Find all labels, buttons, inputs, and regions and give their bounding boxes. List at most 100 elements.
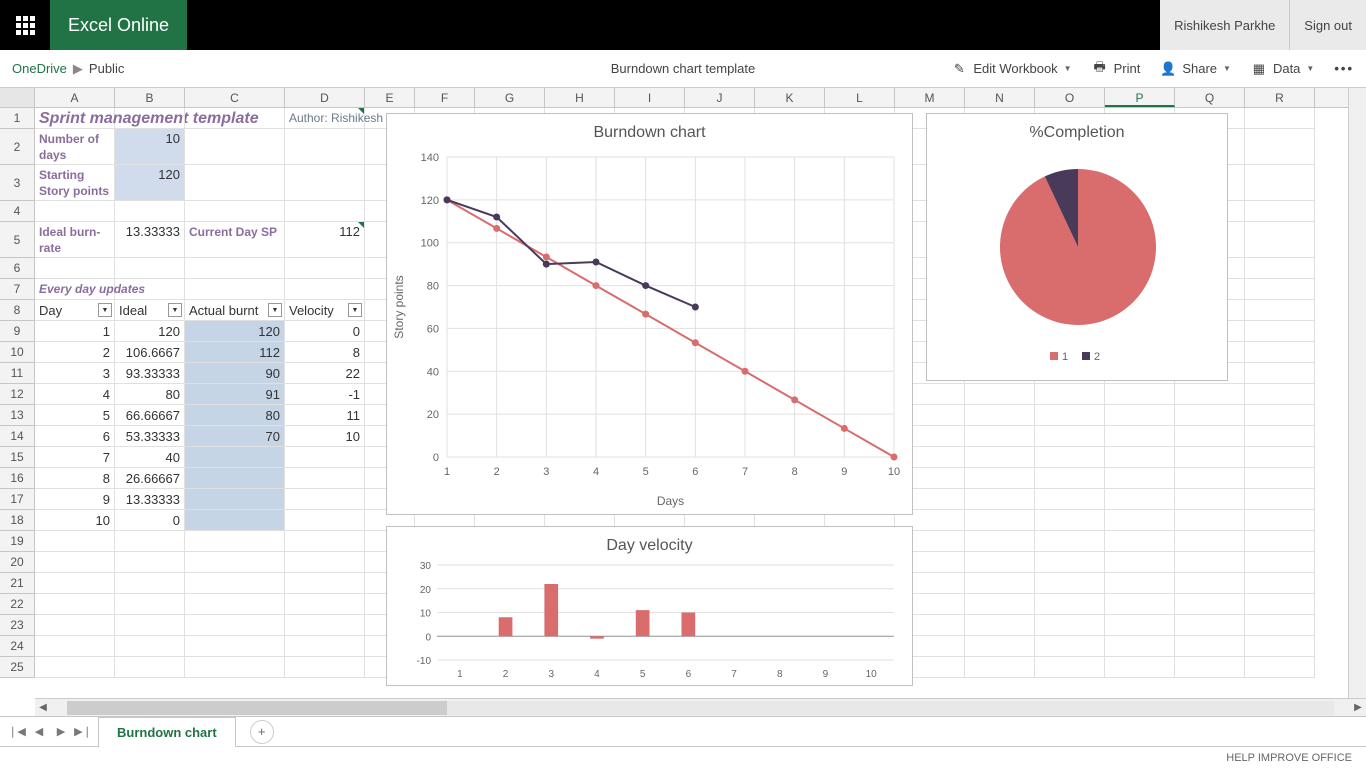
burndown-chart[interactable]: Burndown chart 0204060801001201401234567… bbox=[386, 113, 913, 515]
cell[interactable]: 7 bbox=[35, 447, 115, 468]
cell[interactable] bbox=[1105, 447, 1175, 468]
cell[interactable]: -1 bbox=[285, 384, 365, 405]
cell[interactable] bbox=[1175, 657, 1245, 678]
vertical-scrollbar[interactable] bbox=[1348, 88, 1366, 698]
cell[interactable]: 80 bbox=[185, 405, 285, 426]
cell[interactable] bbox=[1245, 405, 1315, 426]
cell[interactable]: 11 bbox=[285, 405, 365, 426]
sign-out-link[interactable]: Sign out bbox=[1290, 0, 1366, 50]
cell[interactable] bbox=[965, 636, 1035, 657]
cell[interactable] bbox=[965, 468, 1035, 489]
cell[interactable] bbox=[1035, 573, 1105, 594]
cell[interactable]: 0 bbox=[115, 510, 185, 531]
cell[interactable] bbox=[1175, 489, 1245, 510]
cell[interactable] bbox=[965, 384, 1035, 405]
cell[interactable] bbox=[285, 165, 365, 201]
share-button[interactable]: 👤 Share ▼ bbox=[1160, 61, 1231, 77]
cell[interactable]: 10 bbox=[115, 129, 185, 165]
data-button[interactable]: ▦ Data ▼ bbox=[1251, 61, 1314, 77]
cell[interactable] bbox=[1175, 447, 1245, 468]
cell[interactable] bbox=[185, 258, 285, 279]
cell[interactable] bbox=[1105, 468, 1175, 489]
cell[interactable] bbox=[965, 531, 1035, 552]
scroll-thumb[interactable] bbox=[67, 701, 447, 715]
row-header[interactable]: 10 bbox=[0, 342, 35, 363]
cell[interactable] bbox=[185, 468, 285, 489]
cell[interactable]: 4 bbox=[35, 384, 115, 405]
cell[interactable]: 90 bbox=[185, 363, 285, 384]
row-header[interactable]: 17 bbox=[0, 489, 35, 510]
column-header[interactable]: E bbox=[365, 88, 415, 107]
cell[interactable] bbox=[1245, 447, 1315, 468]
cell[interactable] bbox=[35, 552, 115, 573]
cell[interactable] bbox=[1175, 468, 1245, 489]
cell[interactable] bbox=[1245, 129, 1315, 165]
cell[interactable]: 10 bbox=[285, 426, 365, 447]
cell[interactable] bbox=[1035, 531, 1105, 552]
cell[interactable] bbox=[185, 657, 285, 678]
cell[interactable] bbox=[1245, 573, 1315, 594]
cell[interactable]: Author: Rishikesh Parkhe bbox=[285, 108, 365, 129]
cell[interactable] bbox=[1245, 615, 1315, 636]
cell[interactable] bbox=[285, 489, 365, 510]
cell[interactable] bbox=[965, 615, 1035, 636]
cell[interactable] bbox=[285, 468, 365, 489]
add-sheet-button[interactable]: + bbox=[250, 720, 274, 744]
cell[interactable] bbox=[185, 615, 285, 636]
cell[interactable] bbox=[1175, 615, 1245, 636]
cell[interactable] bbox=[1245, 510, 1315, 531]
column-header[interactable]: K bbox=[755, 88, 825, 107]
cell[interactable] bbox=[1175, 594, 1245, 615]
filter-button[interactable]: ▼ bbox=[168, 303, 182, 317]
cell[interactable] bbox=[185, 447, 285, 468]
cell[interactable]: 120 bbox=[185, 321, 285, 342]
cell[interactable]: Starting Story points bbox=[35, 165, 115, 201]
column-header[interactable]: L bbox=[825, 88, 895, 107]
velocity-chart[interactable]: Day velocity -10010203012345678910 bbox=[386, 526, 913, 686]
column-header[interactable]: F bbox=[415, 88, 475, 107]
cell[interactable]: 53.33333 bbox=[115, 426, 185, 447]
cell[interactable] bbox=[1105, 489, 1175, 510]
cell[interactable]: Ideal▼ bbox=[115, 300, 185, 321]
cell[interactable] bbox=[185, 489, 285, 510]
row-header[interactable]: 11 bbox=[0, 363, 35, 384]
cell[interactable]: Current Day SP bbox=[185, 222, 285, 258]
cell[interactable] bbox=[185, 552, 285, 573]
cell[interactable] bbox=[965, 489, 1035, 510]
cell[interactable] bbox=[285, 573, 365, 594]
cell[interactable]: Sprint management template bbox=[35, 108, 115, 129]
row-header[interactable]: 2 bbox=[0, 129, 35, 165]
cell[interactable] bbox=[1245, 426, 1315, 447]
cell[interactable] bbox=[1035, 426, 1105, 447]
cell[interactable]: Actual burnt▼ bbox=[185, 300, 285, 321]
cell[interactable]: 10 bbox=[35, 510, 115, 531]
cell[interactable] bbox=[115, 201, 185, 222]
cell[interactable]: 8 bbox=[285, 342, 365, 363]
cell[interactable]: 91 bbox=[185, 384, 285, 405]
cell[interactable] bbox=[115, 594, 185, 615]
scroll-left-icon[interactable]: ◀ bbox=[35, 702, 51, 713]
cell[interactable] bbox=[185, 531, 285, 552]
row-header[interactable]: 20 bbox=[0, 552, 35, 573]
row-header[interactable]: 24 bbox=[0, 636, 35, 657]
cell[interactable] bbox=[1035, 636, 1105, 657]
cell[interactable] bbox=[285, 279, 365, 300]
cell[interactable] bbox=[115, 657, 185, 678]
column-header[interactable]: D bbox=[285, 88, 365, 107]
cell[interactable]: 0 bbox=[285, 321, 365, 342]
cell[interactable] bbox=[115, 615, 185, 636]
row-header[interactable]: 23 bbox=[0, 615, 35, 636]
cell[interactable] bbox=[1245, 468, 1315, 489]
cell[interactable] bbox=[965, 405, 1035, 426]
cell[interactable] bbox=[35, 531, 115, 552]
column-header[interactable]: R bbox=[1245, 88, 1315, 107]
cell[interactable] bbox=[1245, 384, 1315, 405]
cell[interactable] bbox=[1245, 552, 1315, 573]
cell[interactable]: 40 bbox=[115, 447, 185, 468]
cell[interactable] bbox=[1245, 108, 1315, 129]
edit-workbook-button[interactable]: ✎ Edit Workbook ▼ bbox=[951, 61, 1071, 77]
cell[interactable] bbox=[185, 201, 285, 222]
cell[interactable] bbox=[1175, 531, 1245, 552]
cell[interactable] bbox=[1035, 405, 1105, 426]
horizontal-scrollbar[interactable]: ◀ ▶ bbox=[35, 698, 1366, 716]
